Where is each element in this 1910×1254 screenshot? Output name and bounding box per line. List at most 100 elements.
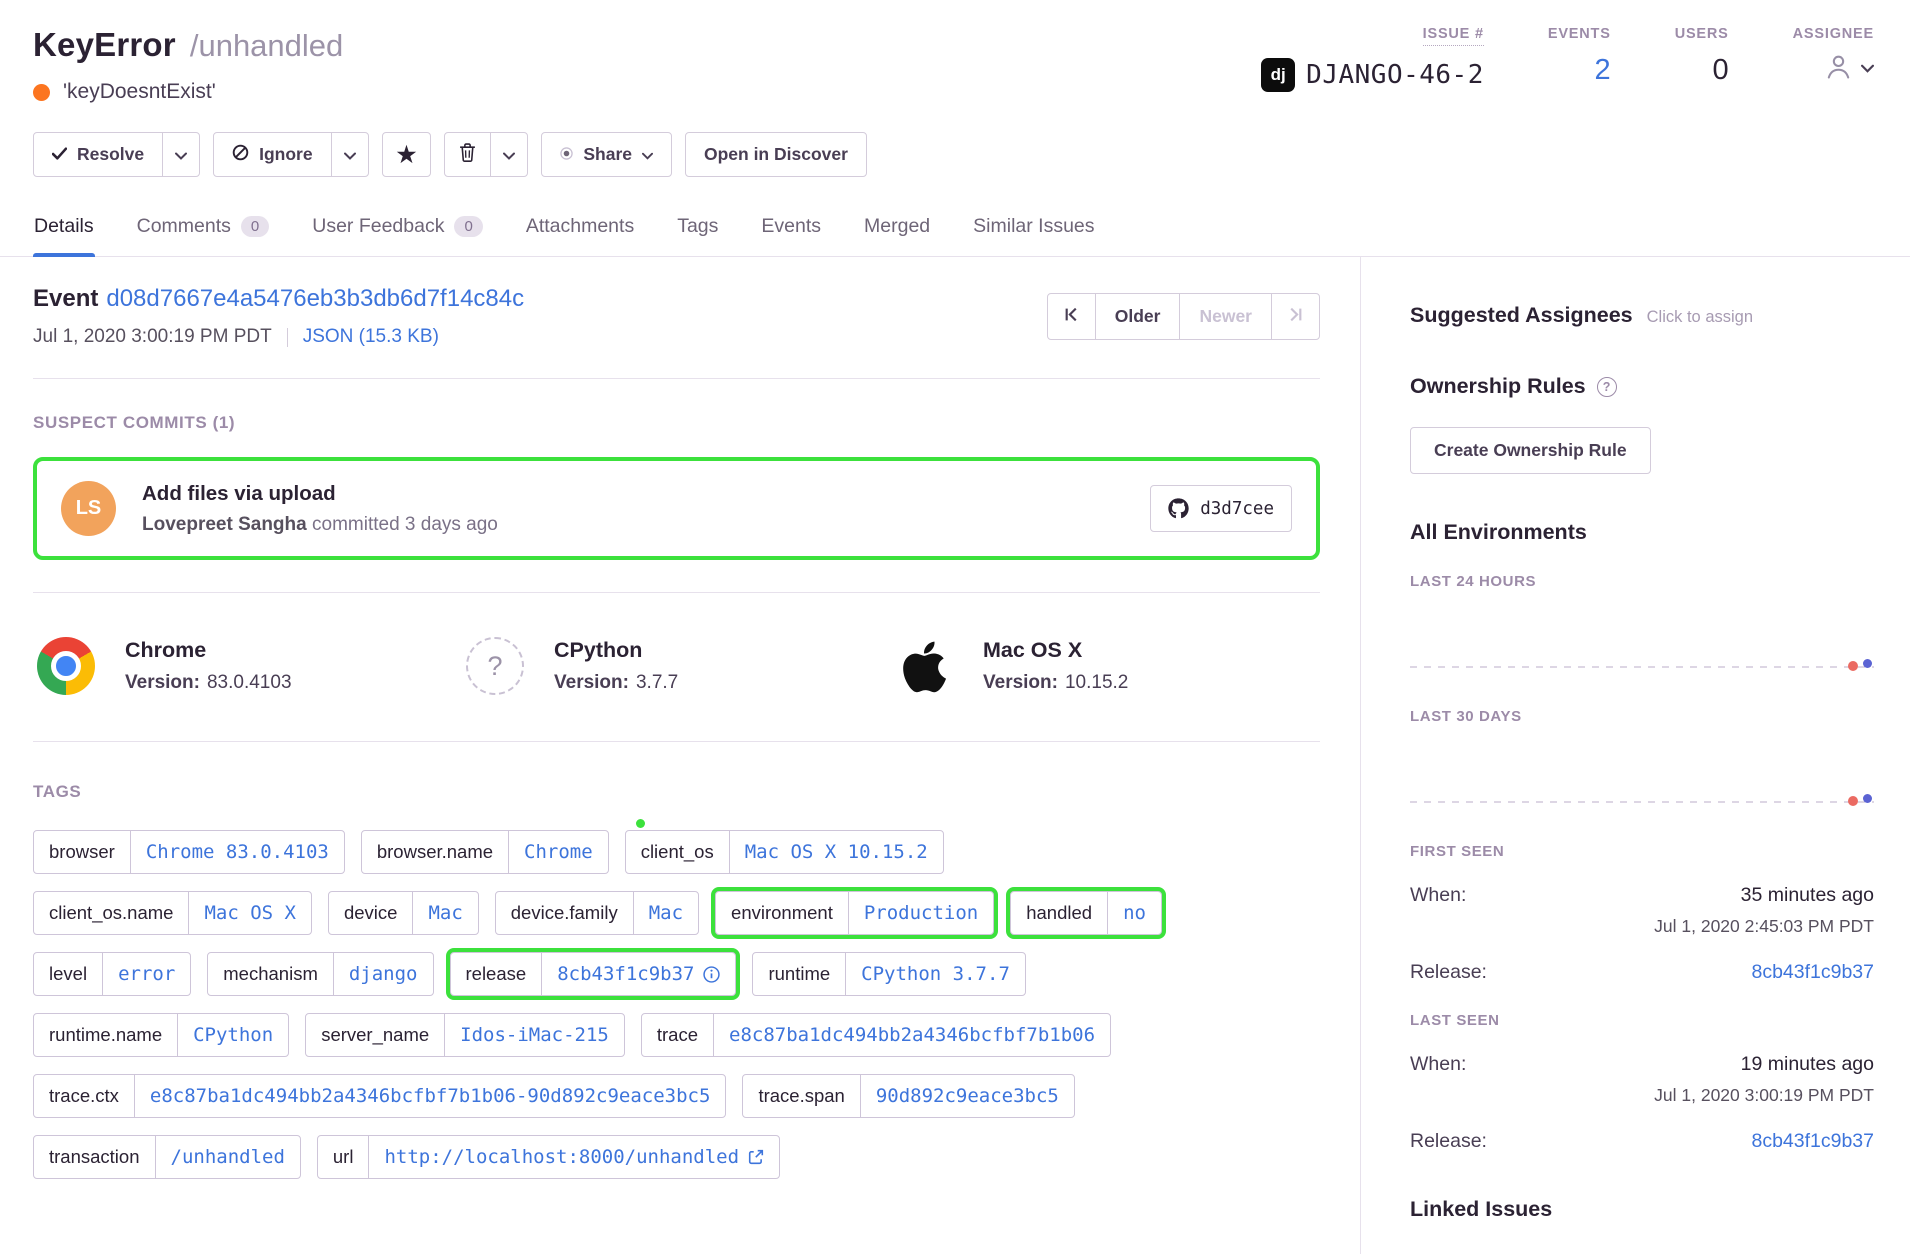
tab-details[interactable]: Details [33, 207, 95, 256]
ignore-dropdown-button[interactable] [331, 132, 369, 177]
commit-sha-button[interactable]: d3d7cee [1150, 485, 1292, 532]
tag-pill[interactable]: client_os Mac OS X 10.15.2 [625, 830, 944, 874]
tag-pill[interactable]: level error [33, 952, 191, 996]
tag-value-link[interactable]: 8cb43f1c9b37 [541, 953, 735, 995]
tag-pill[interactable]: server_name Idos-iMac-215 [305, 1013, 625, 1057]
create-ownership-rule-button[interactable]: Create Ownership Rule [1410, 427, 1651, 474]
tag-value-link[interactable]: Idos-iMac-215 [444, 1014, 624, 1056]
tag-value-link[interactable]: CPython 3.7.7 [845, 953, 1025, 995]
stat-assignee: ASSIGNEE [1793, 26, 1874, 104]
tag-key: server_name [306, 1014, 444, 1056]
bookmark-star-button[interactable]: ★ [382, 132, 432, 177]
suggested-assignees-title: Suggested Assignees [1410, 303, 1633, 328]
tab-merged[interactable]: Merged [863, 207, 931, 256]
sparkline-dot-blue [1863, 794, 1872, 803]
tag-value: Chrome [524, 841, 593, 863]
tab-badge: 0 [241, 216, 269, 237]
tag-value-link[interactable]: Mac [412, 892, 477, 934]
tag-value-link[interactable]: django [333, 953, 433, 995]
resolve-dropdown-button[interactable] [162, 132, 200, 177]
tag-key: level [34, 953, 102, 995]
tab-label: User Feedback [312, 215, 444, 238]
tag-value-link[interactable]: http://localhost:8000/unhandled [368, 1136, 779, 1178]
tag-pill[interactable]: client_os.name Mac OS X [33, 891, 312, 935]
chevron-down-icon [344, 144, 356, 165]
first-seen-release-link[interactable]: 8cb43f1c9b37 [1751, 961, 1874, 984]
delete-dropdown-button[interactable] [490, 132, 528, 177]
oldest-event-button[interactable] [1047, 293, 1096, 340]
version-value: 3.7.7 [636, 672, 678, 693]
assignee-avatar-icon [1823, 51, 1854, 87]
tag-value: Mac OS X [204, 902, 296, 924]
resolve-button[interactable]: Resolve [33, 132, 163, 177]
tag-pill[interactable]: mechanism django [207, 952, 433, 996]
info-icon[interactable] [703, 966, 720, 983]
tag-value-link[interactable]: 90d892c9eace3bc5 [860, 1075, 1074, 1117]
tag-value-link[interactable]: e8c87ba1dc494bb2a4346bcfbf7b1b06-90d892c… [134, 1075, 726, 1117]
suspect-commits-heading: SUSPECT COMMITS (1) [33, 413, 1320, 433]
tag-value-link[interactable]: Mac OS X [188, 892, 311, 934]
tag-pill[interactable]: transaction /unhandled [33, 1135, 301, 1179]
event-title-row: Eventd08d7667e4a5476eb3b3db6d7f14c84c [33, 285, 524, 313]
tag-value-link[interactable]: Mac OS X 10.15.2 [729, 831, 943, 873]
tag-value-link[interactable]: /unhandled [155, 1136, 300, 1178]
tag-pill[interactable]: browser Chrome 83.0.4103 [33, 830, 345, 874]
share-button[interactable]: Share [541, 132, 672, 177]
tab-user-feedback[interactable]: User Feedback0 [311, 207, 484, 256]
tag-pill[interactable]: release 8cb43f1c9b37 [450, 952, 737, 996]
tab-comments[interactable]: Comments0 [136, 207, 271, 256]
tag-value-link[interactable]: Production [848, 892, 993, 934]
older-event-button[interactable]: Older [1095, 293, 1181, 340]
tag-pill[interactable]: device.family Mac [495, 891, 699, 935]
tag-pill[interactable]: runtime.name CPython [33, 1013, 289, 1057]
tag-value-link[interactable]: Chrome [508, 831, 608, 873]
issue-number-label: ISSUE # [1423, 26, 1484, 46]
share-label: Share [583, 144, 632, 165]
tab-events[interactable]: Events [760, 207, 822, 256]
sparkline-dot-red [1848, 661, 1858, 671]
first-seen-date: Jul 1, 2020 2:45:03 PM PDT [1410, 916, 1874, 937]
error-level-dot [33, 84, 50, 101]
tag-pill[interactable]: device Mac [328, 891, 479, 935]
tag-pill[interactable]: runtime CPython 3.7.7 [752, 952, 1025, 996]
external-link-icon[interactable] [748, 1149, 764, 1165]
tab-attachments[interactable]: Attachments [525, 207, 635, 256]
tag-value-link[interactable]: no [1107, 892, 1161, 934]
tag-value-link[interactable]: Mac [633, 892, 698, 934]
help-icon[interactable] [1597, 377, 1617, 397]
issue-short-id[interactable]: dj DJANGO-46-2 [1261, 58, 1484, 92]
tag-pill[interactable]: handled no [1010, 891, 1162, 935]
tag-value-link[interactable]: Chrome 83.0.4103 [130, 831, 344, 873]
tag-value-link[interactable]: error [102, 953, 190, 995]
ignore-button[interactable]: Ignore [213, 132, 331, 177]
tag-pill[interactable]: environment Production [715, 891, 994, 935]
version-value: 83.0.4103 [207, 672, 292, 693]
tab-similar-issues[interactable]: Similar Issues [972, 207, 1095, 256]
assignee-selector[interactable] [1823, 51, 1874, 87]
delete-button[interactable] [444, 132, 491, 177]
issue-culprit-row: 'keyDoesntExist' [33, 80, 343, 104]
newest-event-button[interactable] [1271, 293, 1320, 340]
tag-pill[interactable]: trace.ctx e8c87ba1dc494bb2a4346bcfbf7b1b… [33, 1074, 726, 1118]
event-id-link[interactable]: d08d7667e4a5476eb3b3db6d7f14c84c [106, 285, 524, 312]
tag-value-link[interactable]: CPython [177, 1014, 288, 1056]
last-seen-release-link[interactable]: 8cb43f1c9b37 [1751, 1130, 1874, 1153]
newer-event-button[interactable]: Newer [1179, 293, 1272, 340]
tab-tags[interactable]: Tags [676, 207, 719, 256]
first-seen-heading: FIRST SEEN [1410, 843, 1874, 860]
open-in-discover-button[interactable]: Open in Discover [685, 132, 867, 177]
tag-value-link[interactable]: e8c87ba1dc494bb2a4346bcfbf7b1b06 [713, 1014, 1110, 1056]
event-json-link[interactable]: JSON (15.3 KB) [303, 326, 439, 348]
last-30-days-label: LAST 30 DAYS [1410, 708, 1874, 725]
tag-pill-list: browser Chrome 83.0.4103 browser.name [33, 830, 1198, 1179]
commit-info: Add files via upload Lovepreet Sangha co… [142, 482, 498, 536]
tag-pill[interactable]: url http://localhost:8000/unhandled [317, 1135, 780, 1179]
issue-title: KeyError [33, 26, 176, 64]
tag-pill[interactable]: trace.span 90d892c9eace3bc5 [742, 1074, 1074, 1118]
events-count[interactable]: 2 [1595, 54, 1611, 87]
tag-pill[interactable]: trace e8c87ba1dc494bb2a4346bcfbf7b1b06 [641, 1013, 1111, 1057]
last-seen-when-row: When: 19 minutes ago [1410, 1053, 1874, 1076]
tag-pill[interactable]: browser.name Chrome [361, 830, 609, 874]
ignore-label: Ignore [259, 144, 312, 165]
tag-value: e8c87ba1dc494bb2a4346bcfbf7b1b06-90d892c… [150, 1085, 711, 1107]
